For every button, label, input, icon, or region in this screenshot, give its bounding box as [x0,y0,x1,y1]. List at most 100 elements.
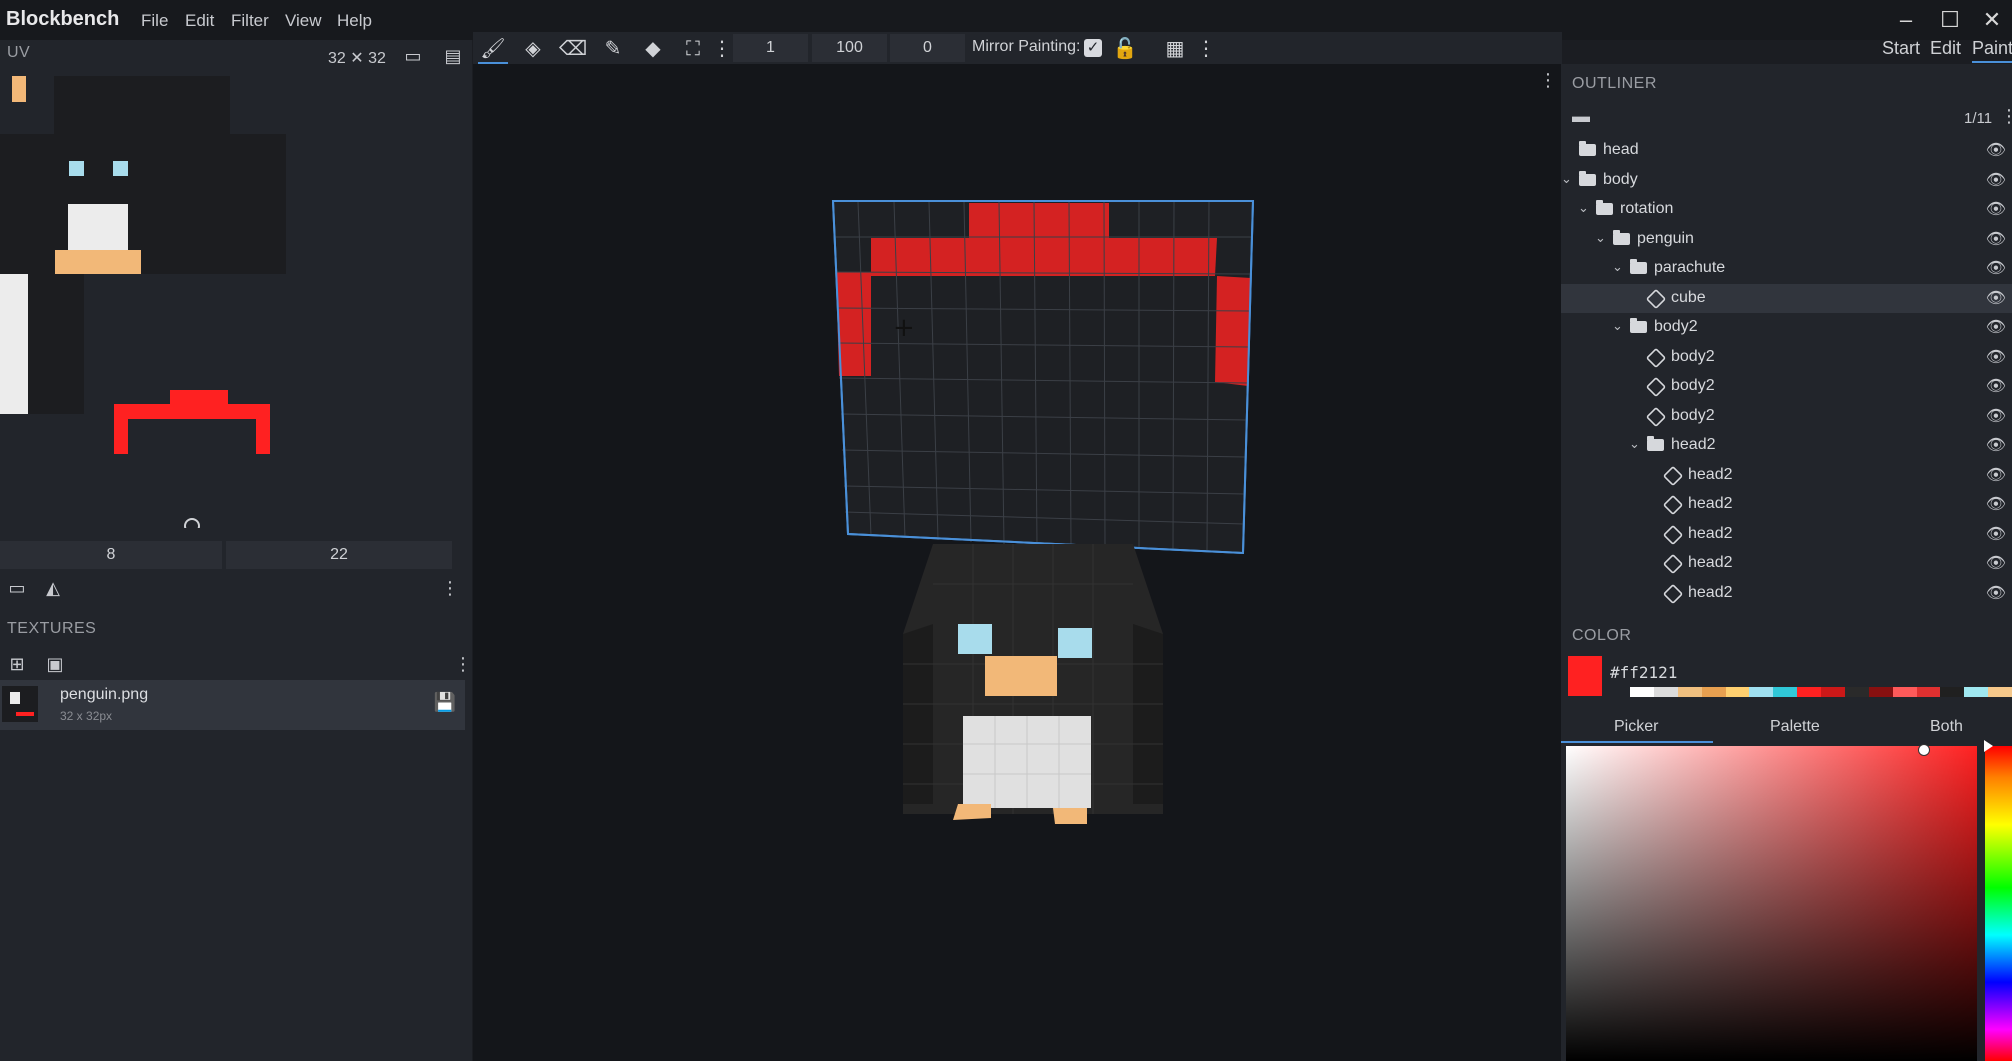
outliner-row-penguin[interactable]: ⌄ penguin 👁 [1561,225,2012,254]
create-texture-icon[interactable]: ▣ [42,654,68,675]
tab-palette[interactable]: Palette [1770,718,1820,736]
outliner-row-head2[interactable]: head2 👁 [1561,520,2012,549]
uv-pos-x-field[interactable]: 8 [0,541,222,569]
outliner-row-rotation[interactable]: ⌄ rotation 👁 [1561,195,2012,224]
visibility-eye-icon[interactable]: 👁 [1986,288,2006,308]
mirror-painting-checkbox[interactable]: ✓ [1084,39,1102,57]
outliner-row-cube[interactable]: cube 👁 [1561,284,2012,313]
visibility-eye-icon[interactable]: 👁 [1986,140,2006,160]
palette-swatch[interactable] [1773,687,1798,697]
toolbar-more-icon[interactable]: ⋮ [1196,36,1216,62]
lock-alpha-icon[interactable]: 🔓 [1110,36,1140,62]
menu-file[interactable]: File [141,11,168,31]
outliner-more-icon[interactable]: ⋮ [2000,106,2012,127]
minimize-button[interactable]: – [1886,6,1926,34]
palette-swatch[interactable] [1630,687,1654,697]
outliner-row-parachute[interactable]: ⌄ parachute 👁 [1561,254,2012,283]
palette-swatch[interactable] [1964,687,1989,697]
fill-bucket-icon[interactable]: ◈ [518,36,548,62]
palette-swatch[interactable] [1916,687,1941,697]
visibility-eye-icon[interactable]: 👁 [1986,494,2006,514]
outliner-row-body2[interactable]: body2 👁 [1561,372,2012,401]
uv-mirror-icon[interactable]: ◭ [40,578,66,599]
visibility-eye-icon[interactable]: 👁 [1986,524,2006,544]
visibility-eye-icon[interactable]: 👁 [1986,376,2006,396]
brush-softness-field[interactable]: 0 [890,34,965,62]
brush-tool-icon[interactable]: 🖌 [478,36,508,64]
chevron-down-icon[interactable]: ⌄ [1561,171,1572,187]
sv-picker-handle[interactable] [1918,744,1930,756]
hue-slider-handle[interactable] [1984,740,1993,752]
grid-icon[interactable]: ▦ [1160,36,1190,62]
palette-swatch[interactable] [1701,687,1726,697]
tool-more-icon[interactable]: ⋮ [712,36,732,62]
tab-picker[interactable]: Picker [1614,718,1658,736]
visibility-eye-icon[interactable]: 👁 [1986,199,2006,219]
viewport-scene[interactable]: + [473,64,1561,1061]
chevron-down-icon[interactable]: ⌄ [1612,318,1623,334]
chevron-down-icon[interactable]: ⌄ [1629,436,1640,452]
import-texture-icon[interactable]: ⊞ [4,654,30,675]
menu-filter[interactable]: Filter [231,11,269,31]
outliner-row-head2[interactable]: head2 👁 [1561,549,2012,578]
palette-swatch[interactable] [1868,687,1893,697]
color-picker-icon[interactable]: ✎ [598,36,628,62]
outliner-row-head2[interactable]: head2 👁 [1561,490,2012,519]
tab-both[interactable]: Both [1930,718,1963,736]
outliner-row-body2[interactable]: ⌄ body2 👁 [1561,313,2012,342]
uv-single-view-icon[interactable]: ▭ [400,46,426,67]
menu-help[interactable]: Help [337,11,372,31]
palette-swatch[interactable] [1940,687,1965,697]
visibility-eye-icon[interactable]: 👁 [1986,258,2006,278]
menu-edit[interactable]: Edit [185,11,214,31]
hue-slider[interactable] [1985,746,2012,1061]
palette-swatch[interactable] [1653,687,1678,697]
mode-paint[interactable]: Paint [1972,38,2012,63]
saturation-value-picker[interactable] [1566,746,1977,1061]
brush-opacity-field[interactable]: 100 [812,34,887,62]
parachute-cube[interactable] [831,200,1255,555]
visibility-eye-icon[interactable]: 👁 [1986,465,2006,485]
palette-swatch[interactable] [1677,687,1702,697]
palette-swatch[interactable] [1749,687,1774,697]
outliner-row-body2[interactable]: body2 👁 [1561,402,2012,431]
outliner-row-body[interactable]: ⌄ body 👁 [1561,166,2012,195]
chevron-down-icon[interactable]: ⌄ [1612,259,1623,275]
shapes-tool-icon[interactable]: ◆ [638,36,668,62]
outliner-collapse-icon[interactable]: ▬ [1570,106,1592,127]
uv-face-icon[interactable]: ▭ [4,578,30,599]
current-color-swatch[interactable] [1568,656,1602,696]
maximize-button[interactable]: ☐ [1930,6,1970,34]
palette-swatch[interactable] [1821,687,1845,697]
palette-swatch[interactable] [1844,687,1869,697]
uv-pos-y-field[interactable]: 22 [226,541,452,569]
uv-more-icon[interactable]: ⋮ [440,578,460,599]
palette-swatch[interactable] [1797,687,1821,697]
penguin-model[interactable] [903,544,1163,824]
visibility-eye-icon[interactable]: 👁 [1986,170,2006,190]
visibility-eye-icon[interactable]: 👁 [1986,229,2006,249]
outliner-row-head2[interactable]: head2 👁 [1561,579,2012,608]
eraser-icon[interactable]: ⌫ [558,36,588,62]
outliner-row-head2[interactable]: ⌄ head2 👁 [1561,431,2012,460]
outliner-row-head[interactable]: head 👁 [1561,136,2012,165]
textures-more-icon[interactable]: ⋮ [454,654,472,675]
visibility-eye-icon[interactable]: 👁 [1986,406,2006,426]
menu-view[interactable]: View [285,11,322,31]
chevron-down-icon[interactable]: ⌄ [1578,200,1589,216]
mode-start[interactable]: Start [1882,38,1920,59]
outliner-row-head2[interactable]: head2 👁 [1561,461,2012,490]
mode-edit[interactable]: Edit [1930,38,1961,59]
visibility-eye-icon[interactable]: 👁 [1986,435,2006,455]
uv-grid-view-icon[interactable]: ▤ [440,46,466,67]
chevron-down-icon[interactable]: ⌄ [1595,230,1606,246]
uv-texture-canvas[interactable] [0,68,472,528]
color-hex-input[interactable]: #ff2121 [1610,663,1677,682]
visibility-eye-icon[interactable]: 👁 [1986,317,2006,337]
palette-swatch[interactable] [1892,687,1917,697]
outliner-row-body2[interactable]: body2 👁 [1561,343,2012,372]
palette-swatch[interactable] [1988,687,2012,697]
copy-paste-tool-icon[interactable]: ⛶ [678,36,708,62]
close-button[interactable]: ✕ [1972,6,2012,34]
brush-size-field[interactable]: 1 [733,34,808,62]
